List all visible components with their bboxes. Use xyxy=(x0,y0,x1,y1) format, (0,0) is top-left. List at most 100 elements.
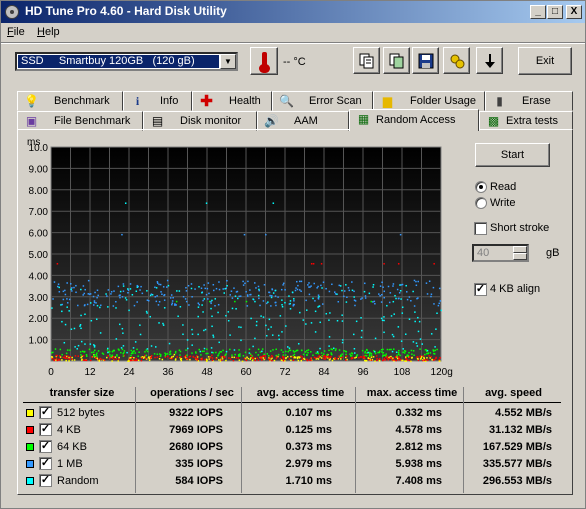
data-point xyxy=(113,290,115,292)
data-point xyxy=(234,353,236,356)
data-point xyxy=(372,283,375,286)
data-point xyxy=(96,296,98,299)
row-checkbox[interactable]: ✓ xyxy=(39,457,52,470)
write-radio[interactable] xyxy=(475,197,487,209)
data-point xyxy=(310,357,312,359)
data-point xyxy=(387,285,390,288)
data-point xyxy=(55,359,57,361)
tab-aam[interactable]: 🔊 AAM xyxy=(257,111,349,131)
exit-button[interactable]: Exit xyxy=(518,47,572,75)
data-point xyxy=(286,346,289,348)
options-button[interactable] xyxy=(443,47,470,74)
data-point xyxy=(267,301,269,303)
start-button[interactable]: Start xyxy=(475,143,550,167)
data-point xyxy=(379,285,382,287)
data-point xyxy=(382,286,384,288)
data-point xyxy=(235,357,238,359)
menu-file[interactable]: File xyxy=(7,26,25,38)
row-checkbox[interactable]: ✓ xyxy=(39,406,52,419)
data-point xyxy=(255,351,257,354)
data-point xyxy=(93,301,96,304)
short-stroke-checkbox[interactable] xyxy=(474,222,487,235)
read-radio[interactable] xyxy=(475,181,487,193)
chevron-down-icon[interactable]: ▼ xyxy=(220,54,236,69)
data-point xyxy=(361,329,363,332)
tab-disk-monitor-label: Disk monitor xyxy=(180,115,242,127)
data-point xyxy=(306,349,308,352)
data-point xyxy=(249,353,252,355)
spin-down-button[interactable] xyxy=(513,253,527,260)
spin-up-button[interactable] xyxy=(513,246,527,253)
data-point xyxy=(364,359,366,362)
tab-health[interactable]: ✚ Health xyxy=(192,91,272,111)
data-point xyxy=(85,353,88,356)
data-point xyxy=(278,338,280,341)
copy-screenshot-button[interactable] xyxy=(383,47,410,74)
data-point xyxy=(122,283,125,285)
short-stroke-size-field[interactable]: 40 xyxy=(472,244,529,262)
data-point xyxy=(306,359,309,362)
tab-aam-label: AAM xyxy=(294,115,318,127)
tab-file-benchmark[interactable]: ▣ File Benchmark xyxy=(17,111,143,131)
tab-erase[interactable]: ▮ Erase xyxy=(485,91,573,111)
maximize-button[interactable]: □ xyxy=(547,5,563,19)
row-checkbox[interactable]: ✓ xyxy=(39,423,52,436)
data-point xyxy=(405,360,407,362)
data-point xyxy=(289,308,292,310)
close-button[interactable]: X xyxy=(566,5,582,19)
data-point xyxy=(153,353,156,355)
data-point xyxy=(87,279,90,282)
data-point xyxy=(416,297,418,300)
tab-info[interactable]: i Info xyxy=(123,91,192,111)
copy-text-button[interactable] xyxy=(353,47,380,74)
save-button[interactable] xyxy=(412,47,439,74)
data-point xyxy=(392,348,395,350)
data-point xyxy=(324,355,326,357)
data-point xyxy=(191,344,193,346)
data-point xyxy=(182,324,184,326)
data-point xyxy=(238,359,241,361)
tab-disk-monitor[interactable]: ▤ Disk monitor xyxy=(143,111,257,131)
download-button[interactable] xyxy=(476,47,503,74)
tab-random-access[interactable]: ▦ Random Access xyxy=(349,109,479,131)
menu-bar: File Help xyxy=(1,23,585,42)
access-time-chart-svg: ms10.09.008.007.006.005.004.003.002.001.… xyxy=(27,137,460,378)
title-bar[interactable]: HD Tune Pro 4.60 - Hard Disk Utility _ □… xyxy=(1,1,585,23)
data-point xyxy=(396,354,398,357)
row-checkbox[interactable]: ✓ xyxy=(39,440,52,453)
data-point xyxy=(300,280,303,283)
data-point xyxy=(296,349,299,352)
align-4kb-checkbox[interactable]: ✓ xyxy=(474,283,487,296)
data-point xyxy=(213,289,215,292)
row-checkbox[interactable]: ✓ xyxy=(39,474,52,487)
data-point xyxy=(338,284,341,287)
drive-select[interactable]: SSD Smartbuy 120GB (120 gB) ▼ xyxy=(15,52,238,71)
data-point xyxy=(122,290,125,292)
tab-error-scan[interactable]: 🔍 Error Scan xyxy=(272,91,373,111)
data-point xyxy=(148,359,151,361)
data-point xyxy=(89,302,92,304)
data-point xyxy=(399,284,401,286)
data-point xyxy=(71,287,73,289)
data-point xyxy=(145,357,147,360)
tab-benchmark[interactable]: 💡 Benchmark xyxy=(17,91,123,111)
data-point xyxy=(173,353,176,356)
data-point xyxy=(198,303,201,306)
data-point xyxy=(229,358,232,360)
data-point xyxy=(257,354,260,356)
data-point xyxy=(340,358,342,360)
data-point xyxy=(110,291,113,293)
tab-extra-tests[interactable]: ▩ Extra tests xyxy=(479,111,573,131)
menu-help[interactable]: Help xyxy=(37,26,60,38)
data-point xyxy=(84,343,86,345)
data-point xyxy=(55,357,58,360)
data-point xyxy=(169,357,171,360)
data-point xyxy=(158,300,161,303)
data-point xyxy=(133,356,135,359)
data-point xyxy=(263,354,265,357)
data-point xyxy=(144,351,146,353)
temperature-button[interactable] xyxy=(250,47,278,75)
data-point xyxy=(416,345,419,347)
tab-folder-usage[interactable]: ▆ Folder Usage xyxy=(373,91,485,111)
minimize-button[interactable]: _ xyxy=(530,5,546,19)
